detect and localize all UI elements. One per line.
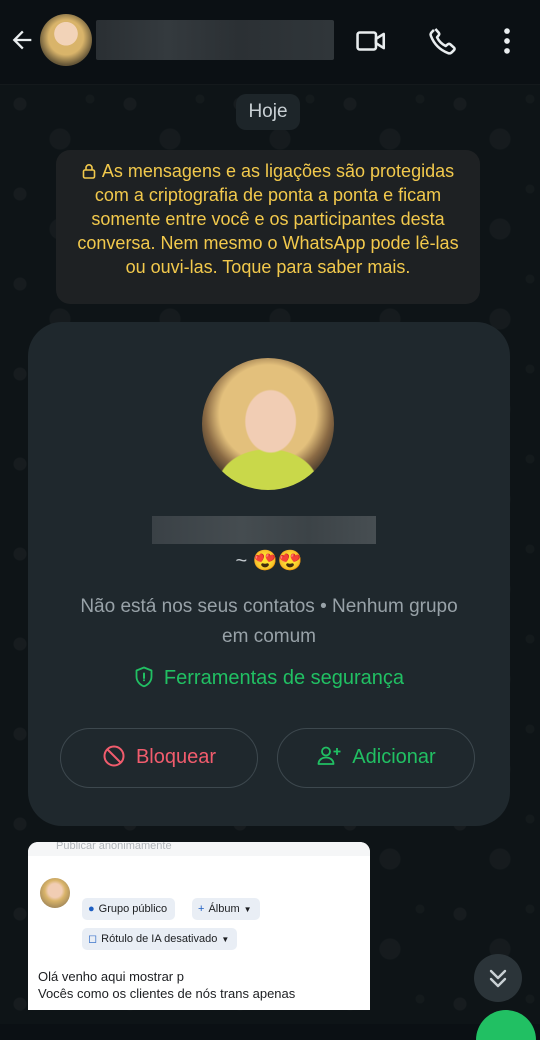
shield-icon [135,666,153,688]
contact-avatar[interactable] [40,14,92,66]
chip-ai-label-text: Rótulo de IA desativado [101,933,218,945]
contact-about: ~ 😍😍 [235,550,303,572]
encryption-notice-text: As mensagens e as ligações são protegida… [77,161,459,277]
phone-icon[interactable] [426,24,460,58]
arrow-left-icon[interactable] [8,26,36,54]
contact-profile-photo[interactable] [202,358,334,490]
chip-ai-label: ◻ Rótulo de IA desativado ▼ [82,928,238,950]
post-text: Olá venho aqui mostrar p Vocês como os c… [38,968,368,1002]
post-text-line-1: Olá venho aqui mostrar p [38,969,184,984]
block-icon [103,745,125,767]
security-tools-link[interactable]: Ferramentas de segurança [28,666,510,690]
block-label: Bloquear [135,746,217,768]
scroll-to-bottom-button[interactable] [474,954,522,1002]
chat-header [0,0,540,85]
date-separator: Hoje [236,94,300,130]
encryption-notice[interactable]: As mensagens e as ligações são protegida… [56,150,480,304]
chip-public-group: ● Grupo público [82,898,176,920]
lock-icon [82,164,96,179]
contact-status: Não está nos seus contatos • Nenhum grup… [80,596,458,647]
tag-icon: ◻ [88,933,98,945]
shot-top-text: Publicar anonimamente [28,842,370,856]
chip-album: + Álbum ▼ [192,898,260,920]
caret-down-icon: ▼ [243,905,252,914]
image-message[interactable]: Publicar anonimamente ● Grupo público + Ál… [28,842,370,1010]
more-vertical-icon[interactable] [490,24,524,58]
plus-icon: + [198,903,205,915]
add-label: Adicionar [352,746,436,768]
double-chevron-down-icon [489,969,507,988]
block-button[interactable]: Bloquear [60,728,258,788]
add-contact-button[interactable]: Adicionar [277,728,475,788]
post-author-avatar [40,878,70,908]
security-tools-label: Ferramentas de segurança [163,667,405,689]
chip-album-label: Álbum [208,903,240,915]
video-camera-icon[interactable] [354,24,388,58]
caret-down-icon: ▼ [221,935,230,944]
contact-info-card: ~ 😍😍 Não está nos seus contatos • Nenhum… [28,322,510,826]
chip-public-group-label: Grupo público [98,903,168,915]
globe-icon: ● [88,903,95,915]
post-text-line-2: Vocês como os clientes de nós trans apen… [38,986,296,1001]
contact-name-redacted [152,516,376,544]
contact-name-redacted[interactable] [96,20,334,60]
add-person-icon [317,746,341,765]
